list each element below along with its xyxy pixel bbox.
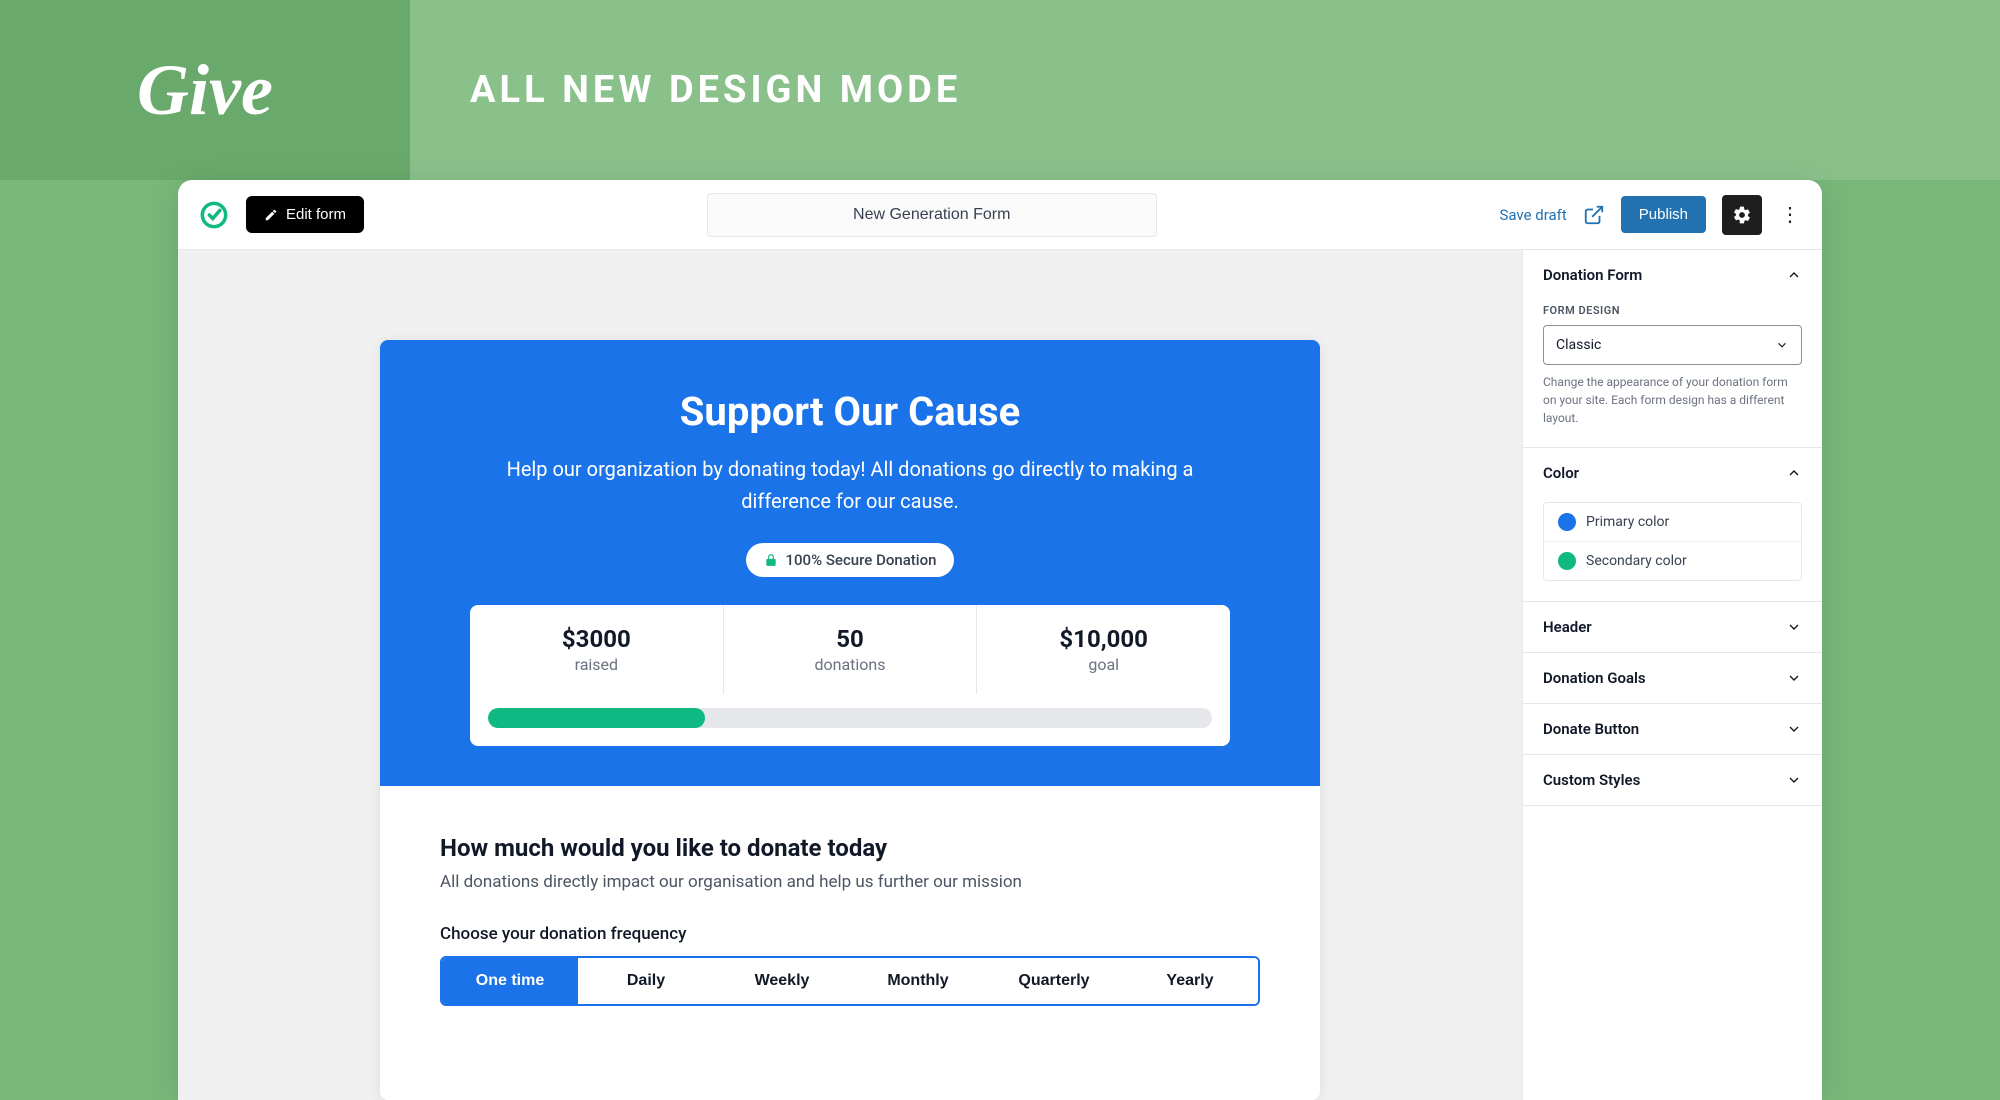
primary-color-swatch: [1558, 513, 1576, 531]
frequency-option-one-time[interactable]: One time: [442, 958, 578, 1004]
stat-raised-label: raised: [470, 655, 723, 674]
chevron-down-icon: [1786, 619, 1802, 635]
save-draft-link[interactable]: Save draft: [1499, 206, 1566, 224]
panel-color-body: Primary color Secondary color: [1523, 498, 1822, 601]
progress-fill: [488, 708, 705, 728]
panel-donation-form-head[interactable]: Donation Form: [1523, 250, 1822, 300]
panel-donate-button-head[interactable]: Donate Button: [1523, 704, 1822, 754]
gear-icon: [1732, 205, 1752, 225]
panel-header-title: Header: [1543, 618, 1592, 636]
primary-color-label: Primary color: [1586, 514, 1669, 530]
form-amount-section: How much would you like to donate today …: [380, 786, 1320, 1054]
chevron-down-icon: [1786, 721, 1802, 737]
stats-card: $3000 raised 50 donations $10,000 goal: [470, 605, 1230, 746]
amount-subtext: All donations directly impact our organi…: [440, 872, 1260, 892]
more-options-button[interactable]: ⋮: [1778, 195, 1802, 235]
edit-form-label: Edit form: [286, 206, 346, 223]
give-logo: Give: [137, 49, 273, 132]
form-design-select[interactable]: Classic: [1543, 325, 1802, 365]
stat-goal-label: goal: [977, 655, 1230, 674]
secondary-color-swatch: [1558, 552, 1576, 570]
form-title: Support Our Cause: [440, 388, 1260, 435]
frequency-option-monthly[interactable]: Monthly: [850, 958, 986, 1004]
hero-logo-area: Give: [0, 0, 410, 180]
marketing-hero: Give ALL NEW DESIGN MODE: [0, 0, 2000, 180]
frequency-option-weekly[interactable]: Weekly: [714, 958, 850, 1004]
stat-goal-value: $10,000: [977, 625, 1230, 653]
form-header-section: Support Our Cause Help our organization …: [380, 340, 1320, 786]
editor-toolbar: Edit form Save draft Publish ⋮: [178, 180, 1822, 250]
panel-donation-goals-title: Donation Goals: [1543, 669, 1646, 687]
form-design-help: Change the appearance of your donation f…: [1543, 373, 1802, 427]
pencil-icon: [264, 208, 278, 222]
hero-title-area: ALL NEW DESIGN MODE: [410, 0, 2000, 180]
hero-title: ALL NEW DESIGN MODE: [470, 68, 961, 112]
toolbar-actions: Save draft Publish ⋮: [1499, 195, 1802, 235]
secondary-color-row[interactable]: Secondary color: [1544, 541, 1801, 580]
publish-button[interactable]: Publish: [1621, 196, 1706, 233]
more-vertical-icon: ⋮: [1780, 202, 1800, 227]
chevron-up-icon: [1786, 267, 1802, 283]
form-design-value: Classic: [1556, 337, 1601, 353]
panel-color-head[interactable]: Color: [1523, 448, 1822, 498]
stat-donations: 50 donations: [724, 605, 978, 694]
lock-icon: [764, 553, 778, 567]
progress-track: [488, 708, 1212, 728]
secondary-color-label: Secondary color: [1586, 553, 1687, 569]
secure-badge-text: 100% Secure Donation: [786, 551, 937, 569]
settings-button[interactable]: [1722, 195, 1762, 235]
chevron-up-icon: [1786, 465, 1802, 481]
frequency-option-daily[interactable]: Daily: [578, 958, 714, 1004]
panel-color: Color Primary color Secondary color: [1523, 448, 1822, 602]
frequency-option-quarterly[interactable]: Quarterly: [986, 958, 1122, 1004]
donation-form-preview: Support Our Cause Help our organization …: [380, 340, 1320, 1100]
panel-header-head[interactable]: Header: [1523, 602, 1822, 652]
amount-heading: How much would you like to donate today: [440, 834, 1260, 862]
frequency-group: One time Daily Weekly Monthly Quarterly …: [440, 956, 1260, 1006]
chevron-down-icon: [1786, 772, 1802, 788]
form-title-input[interactable]: [707, 193, 1157, 237]
color-list: Primary color Secondary color: [1543, 502, 1802, 581]
panel-donate-button-title: Donate Button: [1543, 720, 1639, 738]
panel-color-title: Color: [1543, 464, 1579, 482]
external-link-icon[interactable]: [1583, 204, 1605, 226]
frequency-label: Choose your donation frequency: [440, 924, 1260, 944]
stat-raised: $3000 raised: [470, 605, 724, 694]
stat-goal: $10,000 goal: [977, 605, 1230, 694]
stats-row: $3000 raised 50 donations $10,000 goal: [470, 605, 1230, 694]
secure-donation-badge: 100% Secure Donation: [746, 543, 955, 577]
stat-raised-value: $3000: [470, 625, 723, 653]
panel-custom-styles: Custom Styles: [1523, 755, 1822, 806]
form-subtitle: Help our organization by donating today!…: [480, 453, 1220, 517]
settings-sidebar: Donation Form FORM DESIGN Classic Change…: [1522, 250, 1822, 1100]
panel-donation-form-title: Donation Form: [1543, 266, 1642, 284]
panel-donate-button: Donate Button: [1523, 704, 1822, 755]
form-canvas: Support Our Cause Help our organization …: [178, 250, 1522, 1100]
form-design-label: FORM DESIGN: [1543, 304, 1802, 317]
chevron-down-icon: [1786, 670, 1802, 686]
app-logo-icon: [198, 199, 230, 231]
panel-donation-form: Donation Form FORM DESIGN Classic Change…: [1523, 250, 1822, 448]
panel-donation-goals: Donation Goals: [1523, 653, 1822, 704]
panel-custom-styles-title: Custom Styles: [1543, 771, 1640, 789]
panel-donation-goals-head[interactable]: Donation Goals: [1523, 653, 1822, 703]
app-window: Edit form Save draft Publish ⋮ Support O…: [178, 180, 1822, 1100]
chevron-down-icon: [1775, 338, 1789, 352]
edit-form-button[interactable]: Edit form: [246, 196, 364, 233]
progress-bar-wrap: [470, 694, 1230, 746]
main-area: Support Our Cause Help our organization …: [178, 250, 1822, 1100]
stat-donations-label: donations: [724, 655, 977, 674]
form-title-wrap: [380, 193, 1483, 237]
frequency-option-yearly[interactable]: Yearly: [1122, 958, 1258, 1004]
panel-header: Header: [1523, 602, 1822, 653]
primary-color-row[interactable]: Primary color: [1544, 503, 1801, 541]
stat-donations-value: 50: [724, 625, 977, 653]
panel-donation-form-body: FORM DESIGN Classic Change the appearanc…: [1523, 300, 1822, 447]
panel-custom-styles-head[interactable]: Custom Styles: [1523, 755, 1822, 805]
